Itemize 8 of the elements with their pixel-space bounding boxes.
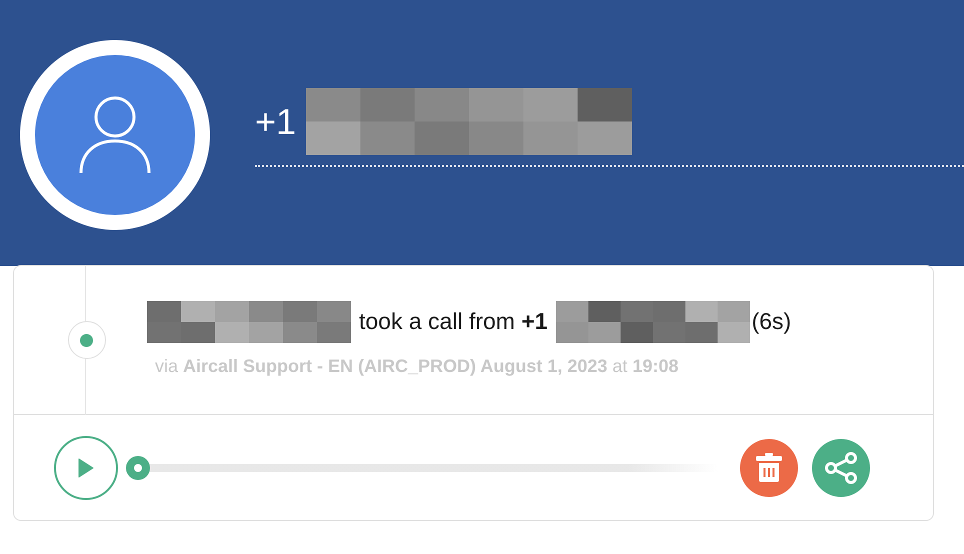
progress-thumb[interactable] (126, 456, 150, 480)
user-icon (77, 95, 153, 175)
share-icon (824, 452, 858, 484)
play-icon (78, 458, 94, 478)
call-duration: (6s) (752, 307, 792, 336)
trash-icon (755, 452, 783, 482)
call-summary: took a call from +1 (359, 307, 548, 336)
phone-number-prefix: +1 (255, 100, 296, 144)
